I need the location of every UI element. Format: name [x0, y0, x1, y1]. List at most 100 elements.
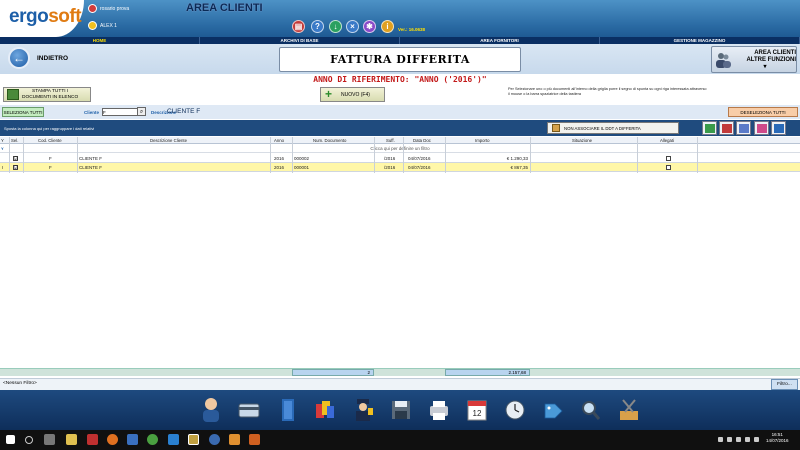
export-icon[interactable]	[754, 121, 769, 135]
row-checkbox[interactable]: ☑	[13, 156, 18, 161]
stampa-tutti-button[interactable]: STAMPA TUTTI I DOCUMENTI IN ELENCO	[3, 87, 91, 102]
logo-text-2: soft	[48, 6, 82, 27]
filtro-button[interactable]: Filtro...	[771, 379, 798, 390]
col-data-doc[interactable]: Data Doc	[413, 137, 431, 144]
row-checkbox[interactable]: ☑	[13, 165, 18, 170]
chevron-down-icon: ▾	[763, 64, 767, 70]
delete-icon[interactable]	[719, 121, 734, 135]
refresh-icon[interactable]	[771, 121, 786, 135]
file-explorer-icon[interactable]	[66, 434, 77, 445]
tag-icon[interactable]	[541, 396, 565, 423]
grid-divider	[637, 137, 638, 173]
download-icon[interactable]: ↓	[329, 20, 342, 33]
non-associare-button[interactable]: NON ASSOCIARE IL DDT A DIFFERITA	[547, 122, 679, 134]
printer-icon[interactable]	[427, 396, 451, 423]
stampa-line-2: DOCUMENTI IN ELENCO	[22, 94, 79, 100]
colors-icon[interactable]	[313, 396, 337, 423]
deselect-all-button[interactable]: DESELEZIONA TUTTI	[728, 107, 798, 117]
person-icon[interactable]	[199, 396, 223, 423]
filter-icon: Y	[1, 146, 4, 151]
col-cod-cliente[interactable]: Cod. Cliente	[38, 137, 62, 144]
app-icon[interactable]	[127, 434, 138, 445]
col-importo[interactable]: Importo	[475, 137, 490, 144]
cell-anno: 2016	[274, 156, 285, 161]
nav-archivi[interactable]: ARCHIVI DI BASE	[200, 37, 400, 44]
col-descrizione[interactable]: Descrizione Cliente	[150, 137, 187, 144]
chrome-icon[interactable]	[147, 434, 158, 445]
report-icon[interactable]	[736, 121, 751, 135]
back-label[interactable]: INDIETRO	[37, 55, 68, 62]
grid-divider	[270, 137, 271, 173]
task-view-icon[interactable]	[44, 434, 55, 445]
windows-start-icon[interactable]	[6, 435, 15, 444]
credit-card-icon[interactable]	[237, 396, 261, 423]
tray-icon[interactable]	[736, 437, 741, 442]
close-icon[interactable]: ×	[346, 20, 359, 33]
tray-icon[interactable]	[754, 437, 759, 442]
col-sel[interactable]: Sel.	[11, 137, 18, 144]
nuovo-button[interactable]: + NUOVO (F4)	[320, 87, 385, 102]
non-associare-label: NON ASSOCIARE IL DDT A DIFFERITA	[564, 125, 641, 131]
tray-icon[interactable]	[718, 437, 723, 442]
nav-fornitori[interactable]: AREA FORNITORI	[400, 37, 600, 44]
svg-text:12: 12	[473, 409, 482, 418]
area-title: AREA CLIENTI	[186, 2, 263, 14]
vlc-icon[interactable]	[249, 434, 260, 445]
search-icon[interactable]: ⌕	[137, 107, 146, 116]
police-icon[interactable]	[351, 396, 375, 423]
user-line-1: rosario prova	[88, 4, 129, 13]
col-suff[interactable]: Suff.	[386, 137, 395, 144]
contacts-icon[interactable]: ▤	[292, 20, 305, 33]
tools-icon[interactable]	[617, 396, 641, 423]
grid-divider	[23, 137, 24, 173]
grid-divider	[445, 137, 446, 173]
settings-icon[interactable]: ✱	[363, 20, 376, 33]
tray-icon[interactable]	[727, 437, 732, 442]
user-name-2: ALEX 1	[100, 22, 117, 29]
filter-hint[interactable]: Clicca qui per definire un filtro	[0, 144, 800, 153]
col-situazione[interactable]: Situazione	[572, 137, 592, 144]
col-allegati[interactable]: Allegati	[660, 137, 674, 144]
ie-icon[interactable]	[168, 434, 179, 445]
filter-status: <Nessun Filtro>	[3, 381, 37, 386]
grid-divider	[530, 137, 531, 173]
app-icon[interactable]	[229, 434, 240, 445]
clock-icon[interactable]	[503, 396, 527, 423]
user-line-2: ALEX 1	[88, 21, 117, 30]
nav-magazzino[interactable]: GESTIONE MAGAZZINO	[600, 37, 800, 44]
magnifier-icon[interactable]	[579, 396, 603, 423]
search-icon[interactable]	[25, 436, 33, 444]
tray-icon[interactable]	[745, 437, 750, 442]
edit-icon[interactable]	[702, 121, 717, 135]
col-anno[interactable]: Anno	[274, 137, 284, 144]
floppy-icon[interactable]	[389, 396, 413, 423]
col-num-documento[interactable]: Num. Documento	[313, 137, 346, 144]
back-button[interactable]: ←	[8, 47, 30, 69]
help-icon[interactable]: ?	[311, 20, 324, 33]
allegati-checkbox[interactable]	[666, 165, 671, 170]
totals-row	[0, 368, 800, 376]
ergosoft-taskbar-icon[interactable]	[188, 434, 199, 445]
book-icon[interactable]	[276, 396, 300, 423]
app-icon[interactable]	[87, 434, 98, 445]
allegati-checkbox[interactable]	[666, 156, 671, 161]
system-clock[interactable]: 16:51 14/07/2016	[766, 432, 789, 444]
user-icon	[88, 21, 97, 30]
firefox-icon[interactable]	[107, 434, 118, 445]
arrow-left-icon: ←	[13, 51, 25, 65]
table-row[interactable]: ☑ F CLIENTE F 2016 000002 /2016 04/07/20…	[0, 154, 800, 163]
cell-importo: € 1.290,33	[506, 156, 528, 161]
main-nav: HOME ARCHIVI DI BASE AREA FORNITORI GEST…	[0, 37, 800, 44]
app-icon[interactable]	[209, 434, 220, 445]
column-header-row	[0, 137, 800, 144]
select-all-button[interactable]: SELEZIONA TUTTI	[2, 107, 44, 117]
cell-desc: CLIENTE F	[79, 156, 103, 161]
info-icon[interactable]: i	[381, 20, 394, 33]
altre-funzioni-button[interactable]: AREA CLIENTI ALTRE FUNZIONI ▾	[711, 46, 797, 73]
grid-divider	[697, 137, 698, 173]
table-row[interactable]: I ☑ F CLIENTE F 2016 000001 /2016 04/07/…	[0, 163, 800, 172]
calendar-icon[interactable]: 12	[465, 396, 489, 423]
nav-home[interactable]: HOME	[0, 37, 200, 44]
user-name-1: rosario prova	[100, 5, 130, 12]
cliente-input[interactable]	[102, 108, 138, 116]
